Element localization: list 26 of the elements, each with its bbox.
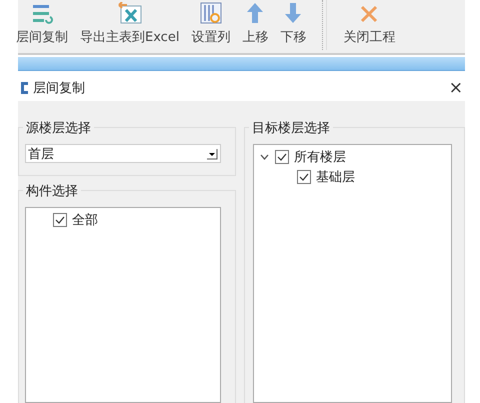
dialog-title: 层间复制 <box>33 80 86 97</box>
toolbar-button[interactable]: 下移 <box>278 2 308 50</box>
app-icon <box>19 81 29 95</box>
group-title: 源楼层选择 <box>23 119 94 137</box>
down-arrow-icon <box>284 2 302 24</box>
toolbar-button[interactable]: 关闭工程 <box>341 4 398 50</box>
dropdown-value: 首层 <box>28 146 55 162</box>
tree-item-label[interactable]: 全部 <box>72 211 98 229</box>
up-arrow-icon <box>246 2 264 24</box>
tree-item-label[interactable]: 基础层 <box>316 168 355 186</box>
checkbox[interactable] <box>297 170 311 184</box>
checkbox[interactable] <box>53 213 67 227</box>
toolbar-button[interactable]: 导出主表到Excel <box>78 2 182 50</box>
close-button[interactable]: × <box>446 78 465 98</box>
dropdown-arrow-icon[interactable] <box>206 148 218 160</box>
chevron-down-icon[interactable] <box>260 154 268 160</box>
toolbar-button[interactable]: 上移 <box>240 2 270 50</box>
close-icon <box>359 4 380 24</box>
spreadsheet-export-icon <box>116 2 143 24</box>
toolbar-button[interactable]: 设置列 <box>189 2 232 50</box>
list-copy-icon <box>31 4 53 24</box>
group-title: 目标楼层选择 <box>249 119 333 137</box>
toolbar-button[interactable]: 层间复制 <box>14 4 70 50</box>
checkbox[interactable] <box>275 150 289 164</box>
tree-item-label[interactable]: 所有楼层 <box>294 148 346 166</box>
group-title: 构件选择 <box>23 182 81 200</box>
